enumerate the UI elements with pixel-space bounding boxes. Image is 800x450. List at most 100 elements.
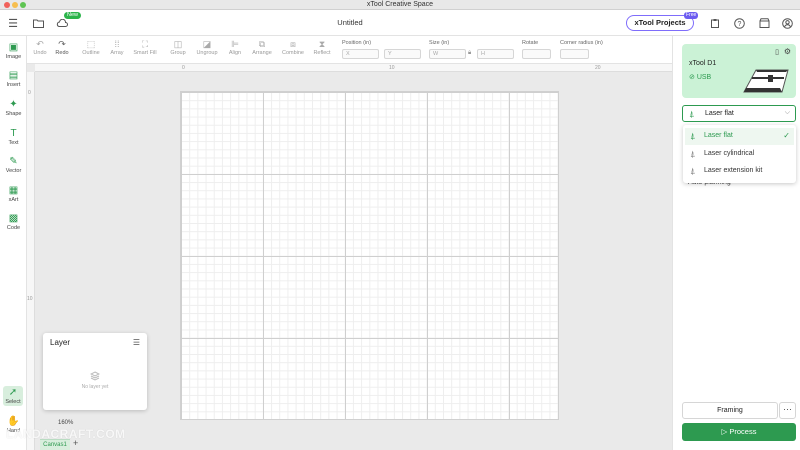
- more-options-button[interactable]: ···: [779, 402, 796, 419]
- ruler-mark: 10: [27, 296, 33, 302]
- canvas-tab[interactable]: Canvas1: [40, 439, 70, 450]
- settings-icon[interactable]: ⚙: [784, 47, 791, 56]
- pen-icon: ✎: [9, 156, 18, 167]
- laser-extension-icon: ⍋: [690, 166, 696, 176]
- smart-fill-button[interactable]: ⛶ Smart Fill: [132, 39, 158, 56]
- corner-radius-label: Corner radius (in): [560, 40, 603, 46]
- framing-button[interactable]: Framing: [682, 402, 778, 419]
- rotate-input[interactable]: [522, 49, 551, 59]
- xart-icon: ▦: [8, 185, 19, 196]
- horizontal-ruler: 0 10 20: [35, 64, 672, 72]
- vector-tool[interactable]: ✎ Vector: [0, 156, 27, 174]
- user-icon[interactable]: [779, 15, 795, 31]
- window-titlebar: xTool Creative Space: [0, 0, 800, 10]
- layer-settings-icon[interactable]: ☰: [133, 338, 140, 347]
- laser-cylindrical-icon: ⍋: [690, 149, 696, 159]
- edit-toolbar: ↶ Undo ↷ Redo ⬚ Outline ⁞⁞ Array ⛶ Smart Fill…: [27, 36, 672, 64]
- device-connection: ⊘ USB: [689, 74, 712, 81]
- array-button[interactable]: ⁞⁞ Array: [107, 39, 127, 56]
- insert-icon: ▤: [8, 70, 19, 81]
- arrange-icon: ⧉: [258, 39, 266, 49]
- layer-panel-title: Layer: [50, 338, 71, 347]
- array-icon: ⁞⁞: [114, 39, 120, 49]
- align-button[interactable]: ⊫ Align: [225, 39, 245, 56]
- window-title: xTool Creative Space: [366, 1, 434, 8]
- size-w-input[interactable]: W: [429, 49, 466, 59]
- size-label: Size (in): [429, 40, 450, 46]
- new-badge: New: [64, 12, 82, 19]
- ruler-mark: 20: [595, 65, 601, 71]
- position-y-input[interactable]: Y: [384, 49, 421, 59]
- shape-icon: ✦: [9, 99, 18, 110]
- redo-button[interactable]: ↷ Redo: [53, 39, 71, 56]
- vertical-ruler: 0 10: [27, 72, 35, 450]
- processing-mode-dropdown: ⍋ Laser flat ✓ ⍋ Laser cylindrical ⍋ Las…: [683, 125, 796, 183]
- mode-option-laser-flat[interactable]: ⍋ Laser flat ✓: [685, 128, 794, 145]
- svg-text:?: ?: [737, 21, 741, 28]
- corner-radius-input[interactable]: [560, 49, 589, 59]
- layer-empty-text: No layer yet: [81, 384, 109, 390]
- ungroup-button[interactable]: ◪ Ungroup: [193, 39, 221, 56]
- combine-button[interactable]: ⧈ Combine: [279, 39, 307, 56]
- device-card[interactable]: xTool D1 ⊘ USB ▯ ⚙: [682, 44, 796, 98]
- process-button[interactable]: ▷ Process: [682, 423, 796, 441]
- play-circle-icon: ▷: [721, 427, 728, 436]
- redo-icon: ↷: [58, 39, 66, 49]
- outline-button[interactable]: ⬚ Outline: [80, 39, 102, 56]
- document-title[interactable]: Untitled: [300, 18, 400, 27]
- app-header: ☰ New Untitled xTool Projects Free ?: [0, 10, 800, 36]
- arrange-button[interactable]: ⧉ Arrange: [249, 39, 275, 56]
- chevron-down-icon: ⌵: [784, 109, 790, 116]
- smart-fill-icon: ⛶: [141, 39, 149, 49]
- undo-button[interactable]: ↶ Undo: [31, 39, 49, 56]
- ruler-mark: 10: [389, 65, 395, 71]
- left-toolbar: ▣ Image ▤ Insert ✦ Shape T Text ✎ Vector ▦ xAr…: [0, 36, 27, 450]
- select-arrow-icon: ➚: [8, 387, 18, 398]
- shape-tool[interactable]: ✦ Shape: [0, 99, 27, 117]
- laser-flat-icon: ⍋: [689, 109, 695, 119]
- save-icon[interactable]: ▯: [775, 48, 779, 56]
- group-button[interactable]: ◫ Group: [168, 39, 188, 56]
- store-icon[interactable]: [756, 15, 772, 31]
- laser-flat-icon: ⍋: [690, 131, 696, 141]
- position-label: Position (in): [342, 40, 372, 46]
- work-area-grid[interactable]: [180, 91, 559, 420]
- code-tool[interactable]: ▩ Code: [0, 213, 27, 231]
- laser-machine-image: [743, 69, 789, 93]
- free-badge: Free: [684, 12, 699, 19]
- size-h-input[interactable]: H: [477, 49, 514, 59]
- folder-icon[interactable]: [30, 15, 46, 31]
- right-panel: xTool D1 ⊘ USB ▯ ⚙ ⍋ Laser flat ⌵ Auto p…: [672, 36, 800, 450]
- mode-option-laser-cylindrical[interactable]: ⍋ Laser cylindrical: [685, 146, 794, 163]
- position-x-input[interactable]: X: [342, 49, 379, 59]
- combine-icon: ⧈: [290, 39, 296, 49]
- zoom-level[interactable]: 160%: [58, 420, 73, 426]
- lock-ratio-icon[interactable]: 🔒︎: [468, 50, 471, 57]
- sidebar-menu-icon[interactable]: ☰: [5, 15, 21, 31]
- add-canvas-button[interactable]: +: [73, 438, 78, 448]
- rotate-label: Rotate: [522, 40, 539, 46]
- processing-mode-value: Laser flat: [705, 110, 734, 117]
- outline-icon: ⬚: [86, 39, 96, 49]
- ungroup-icon: ◪: [202, 39, 212, 49]
- text-icon: T: [10, 128, 17, 139]
- group-icon: ◫: [173, 39, 183, 49]
- ruler-mark: 0: [182, 65, 185, 71]
- layer-panel: Layer ☰ No layer yet: [43, 333, 147, 410]
- text-tool[interactable]: T Text: [0, 128, 27, 146]
- undo-icon: ↶: [36, 39, 44, 49]
- clipboard-icon[interactable]: [707, 15, 723, 31]
- image-tool[interactable]: ▣ Image: [0, 42, 27, 60]
- reflect-button[interactable]: ⧗ Reflect: [311, 39, 333, 56]
- check-icon: ✓: [783, 131, 790, 140]
- mode-option-laser-extension-kit[interactable]: ⍋ Laser extension kit: [685, 163, 794, 180]
- processing-mode-select[interactable]: ⍋ Laser flat ⌵: [682, 105, 796, 122]
- qrcode-icon: ▩: [8, 213, 19, 224]
- select-tool[interactable]: ➚ Select: [3, 386, 23, 406]
- image-icon: ▣: [8, 42, 19, 53]
- xart-tool[interactable]: ▦ xArt: [0, 185, 27, 203]
- help-icon[interactable]: ?: [731, 15, 747, 31]
- insert-tool[interactable]: ▤ Insert: [0, 70, 27, 88]
- device-name: xTool D1: [689, 60, 717, 67]
- layers-empty-icon: [89, 371, 101, 383]
